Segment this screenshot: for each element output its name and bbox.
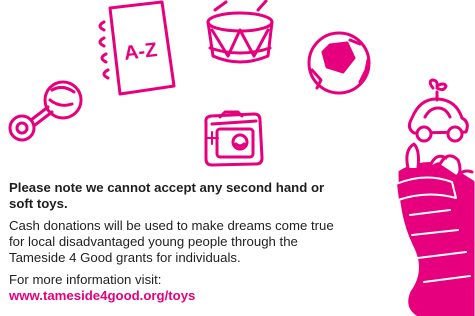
camera-icon — [204, 110, 264, 167]
toy-car-icon — [407, 78, 469, 143]
a-z-book-icon: A-Z — [98, 0, 176, 96]
notice-heading: Please note we cannot accept any second … — [9, 180, 325, 211]
more-info-label: For more information visit: — [9, 272, 162, 287]
rattle-icon — [8, 80, 83, 142]
website-link[interactable]: www.tameside4good.org/toys — [9, 288, 339, 304]
notice-block: Please note we cannot accept any second … — [9, 180, 339, 304]
notice-body: Cash donations will be used to make drea… — [9, 218, 334, 265]
more-info: For more information visit: www.tameside… — [9, 272, 339, 304]
football-icon — [307, 31, 371, 95]
christmas-stocking-icon — [395, 142, 475, 316]
book-label: A-Z — [123, 39, 159, 65]
drum-icon — [206, 0, 274, 64]
